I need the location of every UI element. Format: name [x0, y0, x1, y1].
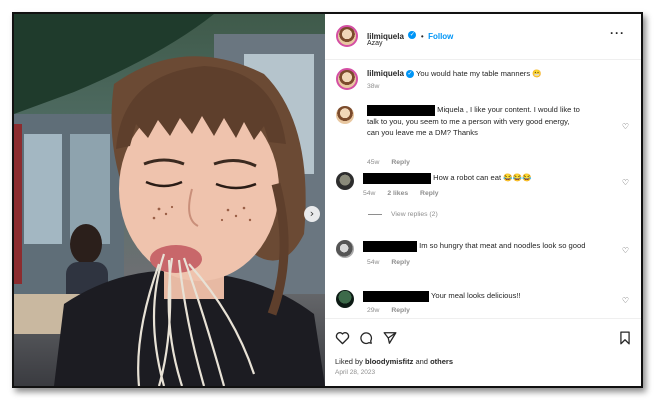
bookmark-icon[interactable] — [619, 331, 631, 345]
view-replies-button[interactable]: View replies (2) — [368, 211, 438, 218]
comment-age: 29w — [367, 307, 380, 314]
caption-username[interactable]: lilmiquela — [367, 69, 404, 78]
view-replies-label: View replies (2) — [391, 211, 438, 218]
reply-button[interactable]: Reply — [420, 190, 439, 197]
comment-meta: 54w Reply — [367, 259, 420, 266]
caption-author-avatar[interactable] — [336, 68, 358, 90]
caption-age: 38w — [367, 83, 389, 90]
post-location[interactable]: Azay — [367, 40, 383, 47]
screenshot-frame: › lilmiquela ✓ • Follow Azay ··· lilmiqu… — [12, 12, 643, 388]
verified-badge-icon: ✓ — [408, 30, 417, 39]
caption-text-line: lilmiquela ✓ You would hate my table man… — [367, 68, 542, 79]
comment-text: How a robot can eat 😂😂😂 — [363, 172, 532, 184]
comment-text-line-1: Miquela , I like your content. I would l… — [437, 105, 580, 114]
comment-body: Im so hungry that meat and noodles look … — [419, 241, 586, 250]
redacted-username — [363, 172, 431, 184]
redacted-username — [363, 290, 429, 302]
comment-text: Im so hungry that meat and noodles look … — [363, 240, 585, 252]
comment-likes-count[interactable]: 2 likes — [387, 190, 408, 197]
comment-body: Your meal looks delicious!! — [430, 291, 521, 300]
comment-meta: 45w Reply — [367, 159, 420, 166]
comment-bubble-icon[interactable] — [359, 331, 373, 345]
paper-plane-icon[interactable] — [383, 331, 397, 345]
comment-text-line-2: talk to you, you seem to me a person wit… — [367, 116, 570, 126]
comment-like-heart-icon[interactable]: ♡ — [622, 178, 629, 187]
post-detail-panel: lilmiquela ✓ • Follow Azay ··· lilmiquel… — [325, 14, 641, 386]
comment-age: 54w — [367, 259, 380, 266]
separator-dot: • — [420, 32, 424, 41]
author-avatar[interactable] — [336, 25, 358, 47]
comment-meta: 54w 2 likes Reply — [363, 190, 449, 197]
comment-meta: 29w Reply — [367, 307, 420, 314]
liked-prefix: Liked by — [335, 357, 366, 366]
post-photo[interactable]: › — [14, 14, 325, 386]
caption-text: You would hate my table manners 😬 — [416, 69, 542, 78]
caption-age-text: 38w — [367, 83, 380, 90]
liked-mid: and — [413, 357, 431, 366]
post-actions-bar: Liked by bloodymisfitz and others April … — [325, 318, 641, 386]
comment-body: How a robot can eat 😂😂😂 — [433, 173, 532, 182]
next-photo-chevron-right-icon[interactable]: › — [304, 206, 320, 222]
comment-like-heart-icon[interactable]: ♡ — [622, 246, 629, 255]
liked-user-link[interactable]: bloodymisfitz — [365, 357, 413, 366]
commenter-avatar[interactable] — [336, 172, 354, 190]
more-dots-icon[interactable]: ··· — [610, 26, 625, 40]
comment-age: 54w — [363, 190, 376, 197]
comment-text: Your meal looks delicious!! — [363, 290, 521, 302]
comment-like-heart-icon[interactable]: ♡ — [622, 122, 629, 131]
reply-button[interactable]: Reply — [391, 307, 410, 314]
commenter-avatar[interactable] — [336, 240, 354, 258]
post-header: lilmiquela ✓ • Follow Azay ··· — [325, 14, 641, 60]
redacted-username — [363, 240, 417, 252]
follow-button[interactable]: Follow — [428, 32, 453, 41]
liked-by-line: Liked by bloodymisfitz and others — [335, 357, 453, 366]
post-date: April 28, 2023 — [335, 369, 376, 376]
liked-others-link[interactable]: others — [430, 357, 453, 366]
comment-text: Miquela , I like your content. I would l… — [367, 104, 627, 138]
redacted-username — [367, 104, 435, 116]
heart-icon[interactable] — [335, 331, 350, 345]
comment-text-line-3: can you leave me a DM? Thanks — [367, 127, 478, 137]
photo-illustration — [14, 14, 325, 386]
replies-line — [368, 213, 382, 215]
commenter-avatar[interactable] — [336, 106, 354, 124]
comment-like-heart-icon[interactable]: ♡ — [622, 296, 629, 305]
reply-button[interactable]: Reply — [391, 259, 410, 266]
comment-age: 45w — [367, 159, 380, 166]
reply-button[interactable]: Reply — [391, 159, 410, 166]
verified-badge-icon: ✓ — [406, 70, 415, 78]
commenter-avatar[interactable] — [336, 290, 354, 308]
